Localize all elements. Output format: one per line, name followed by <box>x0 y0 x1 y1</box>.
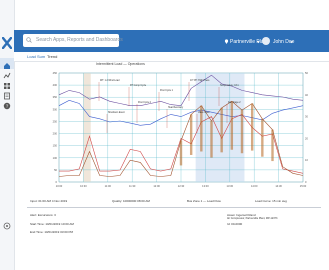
signal-bar <box>240 110 244 154</box>
user-chevron-icon[interactable] <box>290 41 293 44</box>
annotation-label: Heat Recovery <box>168 106 184 109</box>
y-tick-label: 300 <box>53 107 58 111</box>
trend-chart[interactable]: 10:00 10:30 11:00 11:30 12:00 12:30 13:00 13:30… <box>43 70 321 191</box>
footer-id: Id: 00-0000 <box>227 222 243 226</box>
sidebar-settings-icon[interactable] <box>3 222 11 230</box>
annotation-label: Temperature: 43.1 <box>220 84 239 87</box>
tab-bar: Load Sum Trend <box>14 52 329 62</box>
footer-asset-detail: Air Compressor, Partnerville Plant, MP-1… <box>227 217 278 220</box>
home-icon <box>4 63 10 69</box>
signal-bar <box>189 114 193 155</box>
footer-quality: Quality: 10000000 08:00 AM <box>112 199 150 203</box>
y-tick-label: 250 <box>53 119 58 123</box>
signal-bar <box>220 107 223 153</box>
chart-title: Intermittent Load — Operations <box>96 62 145 66</box>
y-right-tick-label: 40 <box>305 93 308 97</box>
y-right-tick-label: 0 <box>305 180 307 184</box>
sidebar-help-icon[interactable]: ? <box>3 102 11 110</box>
avatar[interactable] <box>262 37 270 45</box>
divider <box>27 207 321 208</box>
sidebar-trend-icon[interactable] <box>3 72 11 80</box>
search-icon <box>26 37 32 43</box>
signal-bar <box>250 103 254 151</box>
annotation-label: WT: 1.2 Wind Load <box>100 80 120 82</box>
annotation-label: Post Cycle 2 <box>138 101 152 104</box>
annotation-label: Valve Open <box>198 112 211 114</box>
sidebar-item-home[interactable] <box>0 58 14 69</box>
y-tick-label: 50 <box>54 168 57 172</box>
app-logo-icon[interactable] <box>2 37 12 49</box>
tab-trend[interactable]: Trend <box>47 54 57 59</box>
y-tick-label: 100 <box>53 156 58 160</box>
signal-bar <box>261 118 264 157</box>
y-right-tick-label: 30 <box>305 115 308 119</box>
annotation-label: Fan Stage 2 <box>228 101 241 104</box>
x-tick-label: 11:00 <box>105 184 112 188</box>
annotation-label: RT Comp Cycle <box>130 85 147 87</box>
footer-end-time: End Time: 10/01/2019 03:00 PM <box>30 230 74 234</box>
highlight-band <box>83 73 91 182</box>
footer-load-curve: Load Curve: 15 min avg <box>255 199 287 203</box>
sidebar-grid-icon[interactable] <box>3 82 11 90</box>
x-tick-label: 13:00 <box>202 184 209 188</box>
annotation-label: Post Cycle 1 <box>160 89 174 92</box>
x-tick-label: 12:30 <box>178 184 185 188</box>
annotation-label: AT T/P: High Press <box>190 79 210 82</box>
signal-bar <box>230 101 234 150</box>
x-tick-label: 10:00 <box>56 184 63 188</box>
sidebar-reports-icon[interactable] <box>3 92 11 100</box>
location-icon <box>224 39 229 44</box>
signal-bar <box>179 140 183 166</box>
sidebar: ? <box>0 0 15 270</box>
x-tick-label: 11:30 <box>129 184 136 188</box>
footer-alert: Alert: Excursions: 3 <box>30 213 56 217</box>
signal-bar <box>271 129 274 162</box>
signal-bar <box>210 120 213 158</box>
search-box[interactable]: Search Apps, Reports and Dashboards <box>23 34 123 47</box>
y-tick-label: 200 <box>53 132 58 136</box>
footer-bus-zone: Bus Zone 1 — Load Flow <box>187 199 221 203</box>
y-right-tick-label: 20 <box>305 136 308 140</box>
x-tick-label: 12:00 <box>153 184 160 188</box>
highlight-band <box>195 73 245 182</box>
y-right-tick-label: 50 <box>305 71 308 75</box>
y-tick-label: 0 <box>56 180 58 184</box>
x-tick-label: 10:30 <box>80 184 87 188</box>
y-tick-label: 350 <box>53 95 58 99</box>
x-tick-label: 14:30 <box>275 184 282 188</box>
chevron-down-icon[interactable] <box>257 41 260 44</box>
x-tick-label: 14:00 <box>251 184 258 188</box>
y-tick-label: 450 <box>53 71 58 75</box>
tab-load-sum[interactable]: Load Sum <box>27 54 45 59</box>
search-input[interactable]: Search Apps, Reports and Dashboards <box>36 37 123 43</box>
annotation-label: Shutdown Event <box>108 111 125 114</box>
footer-start-time: Start Time: 10/01/2019 10:00 AM <box>30 222 74 226</box>
y-tick-label: 400 <box>53 83 58 87</box>
x-tick-label: 15:00 <box>300 184 307 188</box>
y-tick-label: 150 <box>53 144 58 148</box>
x-tick-label: 13:30 <box>227 184 234 188</box>
footer-input: Input: 01:00 AM 4 Nov 2019 <box>30 199 68 203</box>
y-right-tick-label: 10 <box>305 158 308 162</box>
